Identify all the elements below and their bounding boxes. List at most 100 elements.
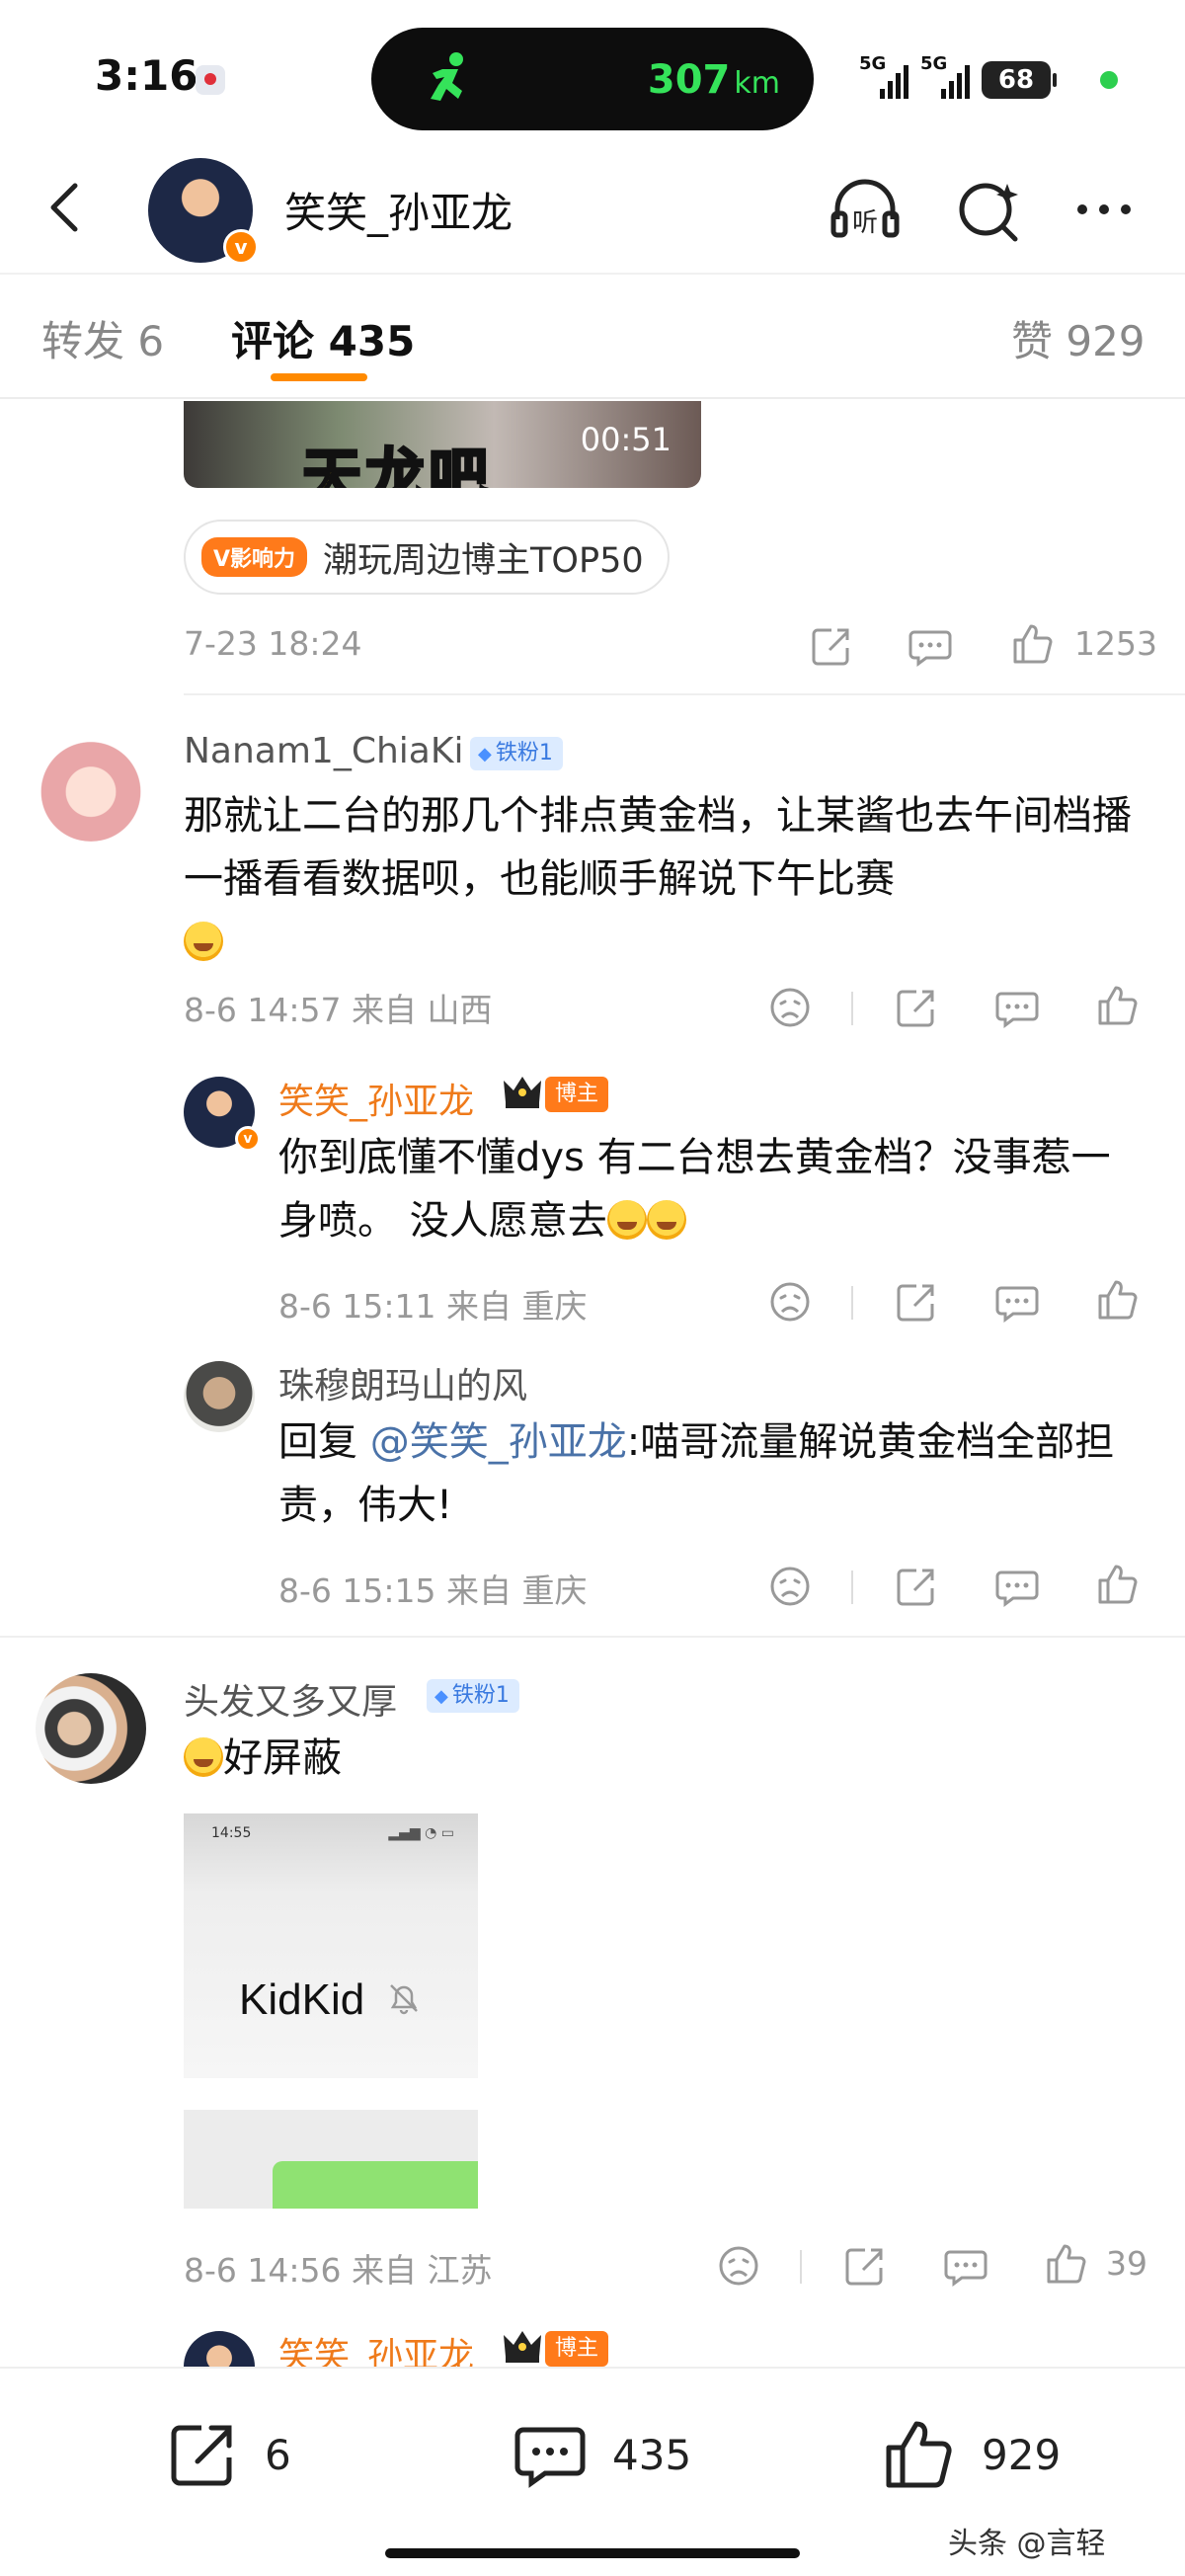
top-nav: v 笑笑_孙亚龙 听 xyxy=(0,148,1185,267)
divider xyxy=(184,693,1185,695)
more-options-icon[interactable] xyxy=(1066,170,1146,249)
like-icon[interactable] xyxy=(1094,982,1142,1029)
dislike-face-icon[interactable] xyxy=(715,2242,762,2290)
dynamic-island[interactable]: 307 km xyxy=(371,28,814,130)
comment-button[interactable]: 435 xyxy=(510,2414,691,2495)
home-indicator[interactable] xyxy=(385,2548,800,2558)
divider xyxy=(0,1636,1185,1638)
reply-meta: 8-6 15:11 来自 重庆 xyxy=(278,1287,588,1326)
reply-avatar[interactable]: v xyxy=(184,1077,261,1152)
share-icon[interactable] xyxy=(808,622,855,670)
muted-bell-icon xyxy=(390,1984,418,2015)
commenter-avatar[interactable] xyxy=(36,731,146,842)
smile-emoji-icon xyxy=(184,922,223,961)
signal-indicators: 5G 5G 68 xyxy=(859,51,1057,99)
like-icon[interactable] xyxy=(1094,1276,1142,1324)
laugh-cry-emoji-icon xyxy=(606,1200,647,1240)
status-time: 3:16 xyxy=(95,51,198,100)
commenter-name[interactable]: Nanam1_ChiaKi xyxy=(184,731,463,771)
comment-text: 好屏蔽 xyxy=(184,1727,342,1790)
influence-text: 潮玩周边博主TOP50 xyxy=(323,540,644,581)
tab-likes[interactable]: 赞 929 xyxy=(1011,308,1146,368)
page-title[interactable]: 笑笑_孙亚龙 xyxy=(284,180,513,240)
reply-avatar[interactable] xyxy=(184,2331,255,2367)
post-timestamp: 7-23 18:24 xyxy=(184,624,362,663)
dislike-face-icon[interactable] xyxy=(766,1278,814,1326)
share-icon[interactable] xyxy=(893,1563,940,1610)
comment-meta: 8-6 14:56 来自 江苏 xyxy=(184,2251,493,2290)
blogger-badge: 博主 xyxy=(545,1077,609,1112)
fan-badge: 铁粉1 xyxy=(427,1679,519,1713)
notification-app-icon xyxy=(196,65,225,95)
comment-count: 435 xyxy=(612,2430,692,2479)
commenter-name[interactable]: 头发又多又厚 xyxy=(184,1673,397,1725)
video-caption: 天龙吧 xyxy=(301,442,492,489)
action-separator xyxy=(800,2250,802,2284)
image-status-icons: ▂▄▆ ◔ ▭ xyxy=(388,1825,454,1841)
comment-icon[interactable] xyxy=(907,622,954,670)
bottom-action-bar: 6 435 929 头条 @言轻 xyxy=(0,2367,1185,2576)
active-tab-indicator xyxy=(271,373,367,381)
tab-repost[interactable]: 转发 6 xyxy=(41,308,164,368)
influence-badge: V影响力 xyxy=(201,537,308,577)
ai-search-icon[interactable] xyxy=(950,170,1029,249)
comment-image[interactable]: 14:55 ▂▄▆ ◔ ▭ KidKid xyxy=(184,1813,478,2078)
signal-5g-1: 5G xyxy=(859,53,908,99)
like-button[interactable]: 929 xyxy=(879,2414,1061,2495)
like-icon[interactable] xyxy=(1009,620,1057,668)
like-icon xyxy=(886,2421,952,2488)
comment-icon[interactable] xyxy=(993,1563,1041,1610)
action-separator xyxy=(851,1286,853,1320)
repost-icon xyxy=(171,2425,232,2486)
comment-text-content: 好屏蔽 xyxy=(223,1735,342,1781)
post-tabs: 转发 6 评论 435 赞 929 xyxy=(0,273,1185,399)
blogger-badge: 博主 xyxy=(545,2331,609,2367)
share-icon[interactable] xyxy=(893,1278,940,1326)
like-icon[interactable] xyxy=(1043,2240,1090,2288)
video-thumbnail[interactable]: 天龙吧 00:51 xyxy=(184,401,701,488)
reply-prefix: 回复 xyxy=(278,1419,370,1465)
watermark-text: 头条 @言轻 xyxy=(948,2527,1106,2561)
dislike-face-icon[interactable] xyxy=(766,984,814,1031)
comment-text-content: 那就让二台的那几个排点黄金档，让某酱也去午间档播一播看看数据呗，也能顺手解说下午… xyxy=(184,793,1132,902)
reply-author-name[interactable]: 珠穆朗玛山的风 xyxy=(278,1357,527,1409)
crown-icon xyxy=(504,2331,541,2363)
author-avatar[interactable]: v xyxy=(148,158,259,265)
laugh-cry-emoji-icon xyxy=(646,1200,686,1240)
verified-badge: v xyxy=(223,229,259,265)
listen-icon-label: 听 xyxy=(852,208,878,238)
verified-badge: v xyxy=(235,1126,261,1152)
status-bar: 3:16 307 km 5G 5G 68 xyxy=(0,0,1185,148)
comment-icon[interactable] xyxy=(993,1278,1041,1326)
commenter-avatar[interactable] xyxy=(36,1673,146,1784)
comment-like-count: 39 xyxy=(1106,2244,1147,2283)
dislike-face-icon[interactable] xyxy=(766,1563,814,1610)
fan-badge: 铁粉1 xyxy=(470,737,563,770)
reply-author-name[interactable]: 笑笑_孙亚龙 xyxy=(278,2327,474,2367)
like-icon[interactable] xyxy=(1094,1561,1142,1608)
repost-button[interactable]: 6 xyxy=(162,2414,291,2495)
comment-image[interactable] xyxy=(184,2110,478,2209)
comment-icon[interactable] xyxy=(942,2242,989,2290)
battery-indicator: 68 xyxy=(982,61,1057,99)
reply-text-content: 你到底懂不懂dys 有二台想去黄金档？没事惹一身喷。 没人愿意去 xyxy=(278,1135,1111,1244)
comment-feed[interactable]: 天龙吧 00:51 V影响力 潮玩周边博主TOP50 7-23 18:24 12… xyxy=(0,401,1185,2367)
reply-avatar[interactable] xyxy=(184,1361,255,1432)
like-count: 929 xyxy=(982,2430,1062,2479)
influence-tag[interactable]: V影响力 潮玩周边博主TOP50 xyxy=(184,520,670,595)
signal-5g-2: 5G xyxy=(920,53,970,99)
reply-text: 你到底懂不懂dys 有二台想去黄金档？没事惹一身喷。 没人愿意去 xyxy=(278,1126,1147,1252)
share-icon[interactable] xyxy=(893,984,940,1031)
mention-link[interactable]: @笑笑_孙亚龙 xyxy=(370,1419,627,1465)
comment-text: 那就让二台的那几个排点黄金档，让某酱也去午间档播一播看看数据呗，也能顺手解说下午… xyxy=(184,784,1151,974)
distance-unit: km xyxy=(734,66,780,101)
comment-icon[interactable] xyxy=(993,984,1041,1031)
privacy-dot xyxy=(1100,71,1118,89)
share-icon[interactable] xyxy=(841,2242,889,2290)
comment-icon xyxy=(514,2427,586,2488)
back-arrow-icon[interactable] xyxy=(36,176,95,239)
headphones-listen-icon[interactable]: 听 xyxy=(826,170,905,249)
reply-author-name[interactable]: 笑笑_孙亚龙 xyxy=(278,1073,474,1124)
tab-comments[interactable]: 评论 435 xyxy=(231,308,415,368)
running-icon xyxy=(431,52,463,101)
